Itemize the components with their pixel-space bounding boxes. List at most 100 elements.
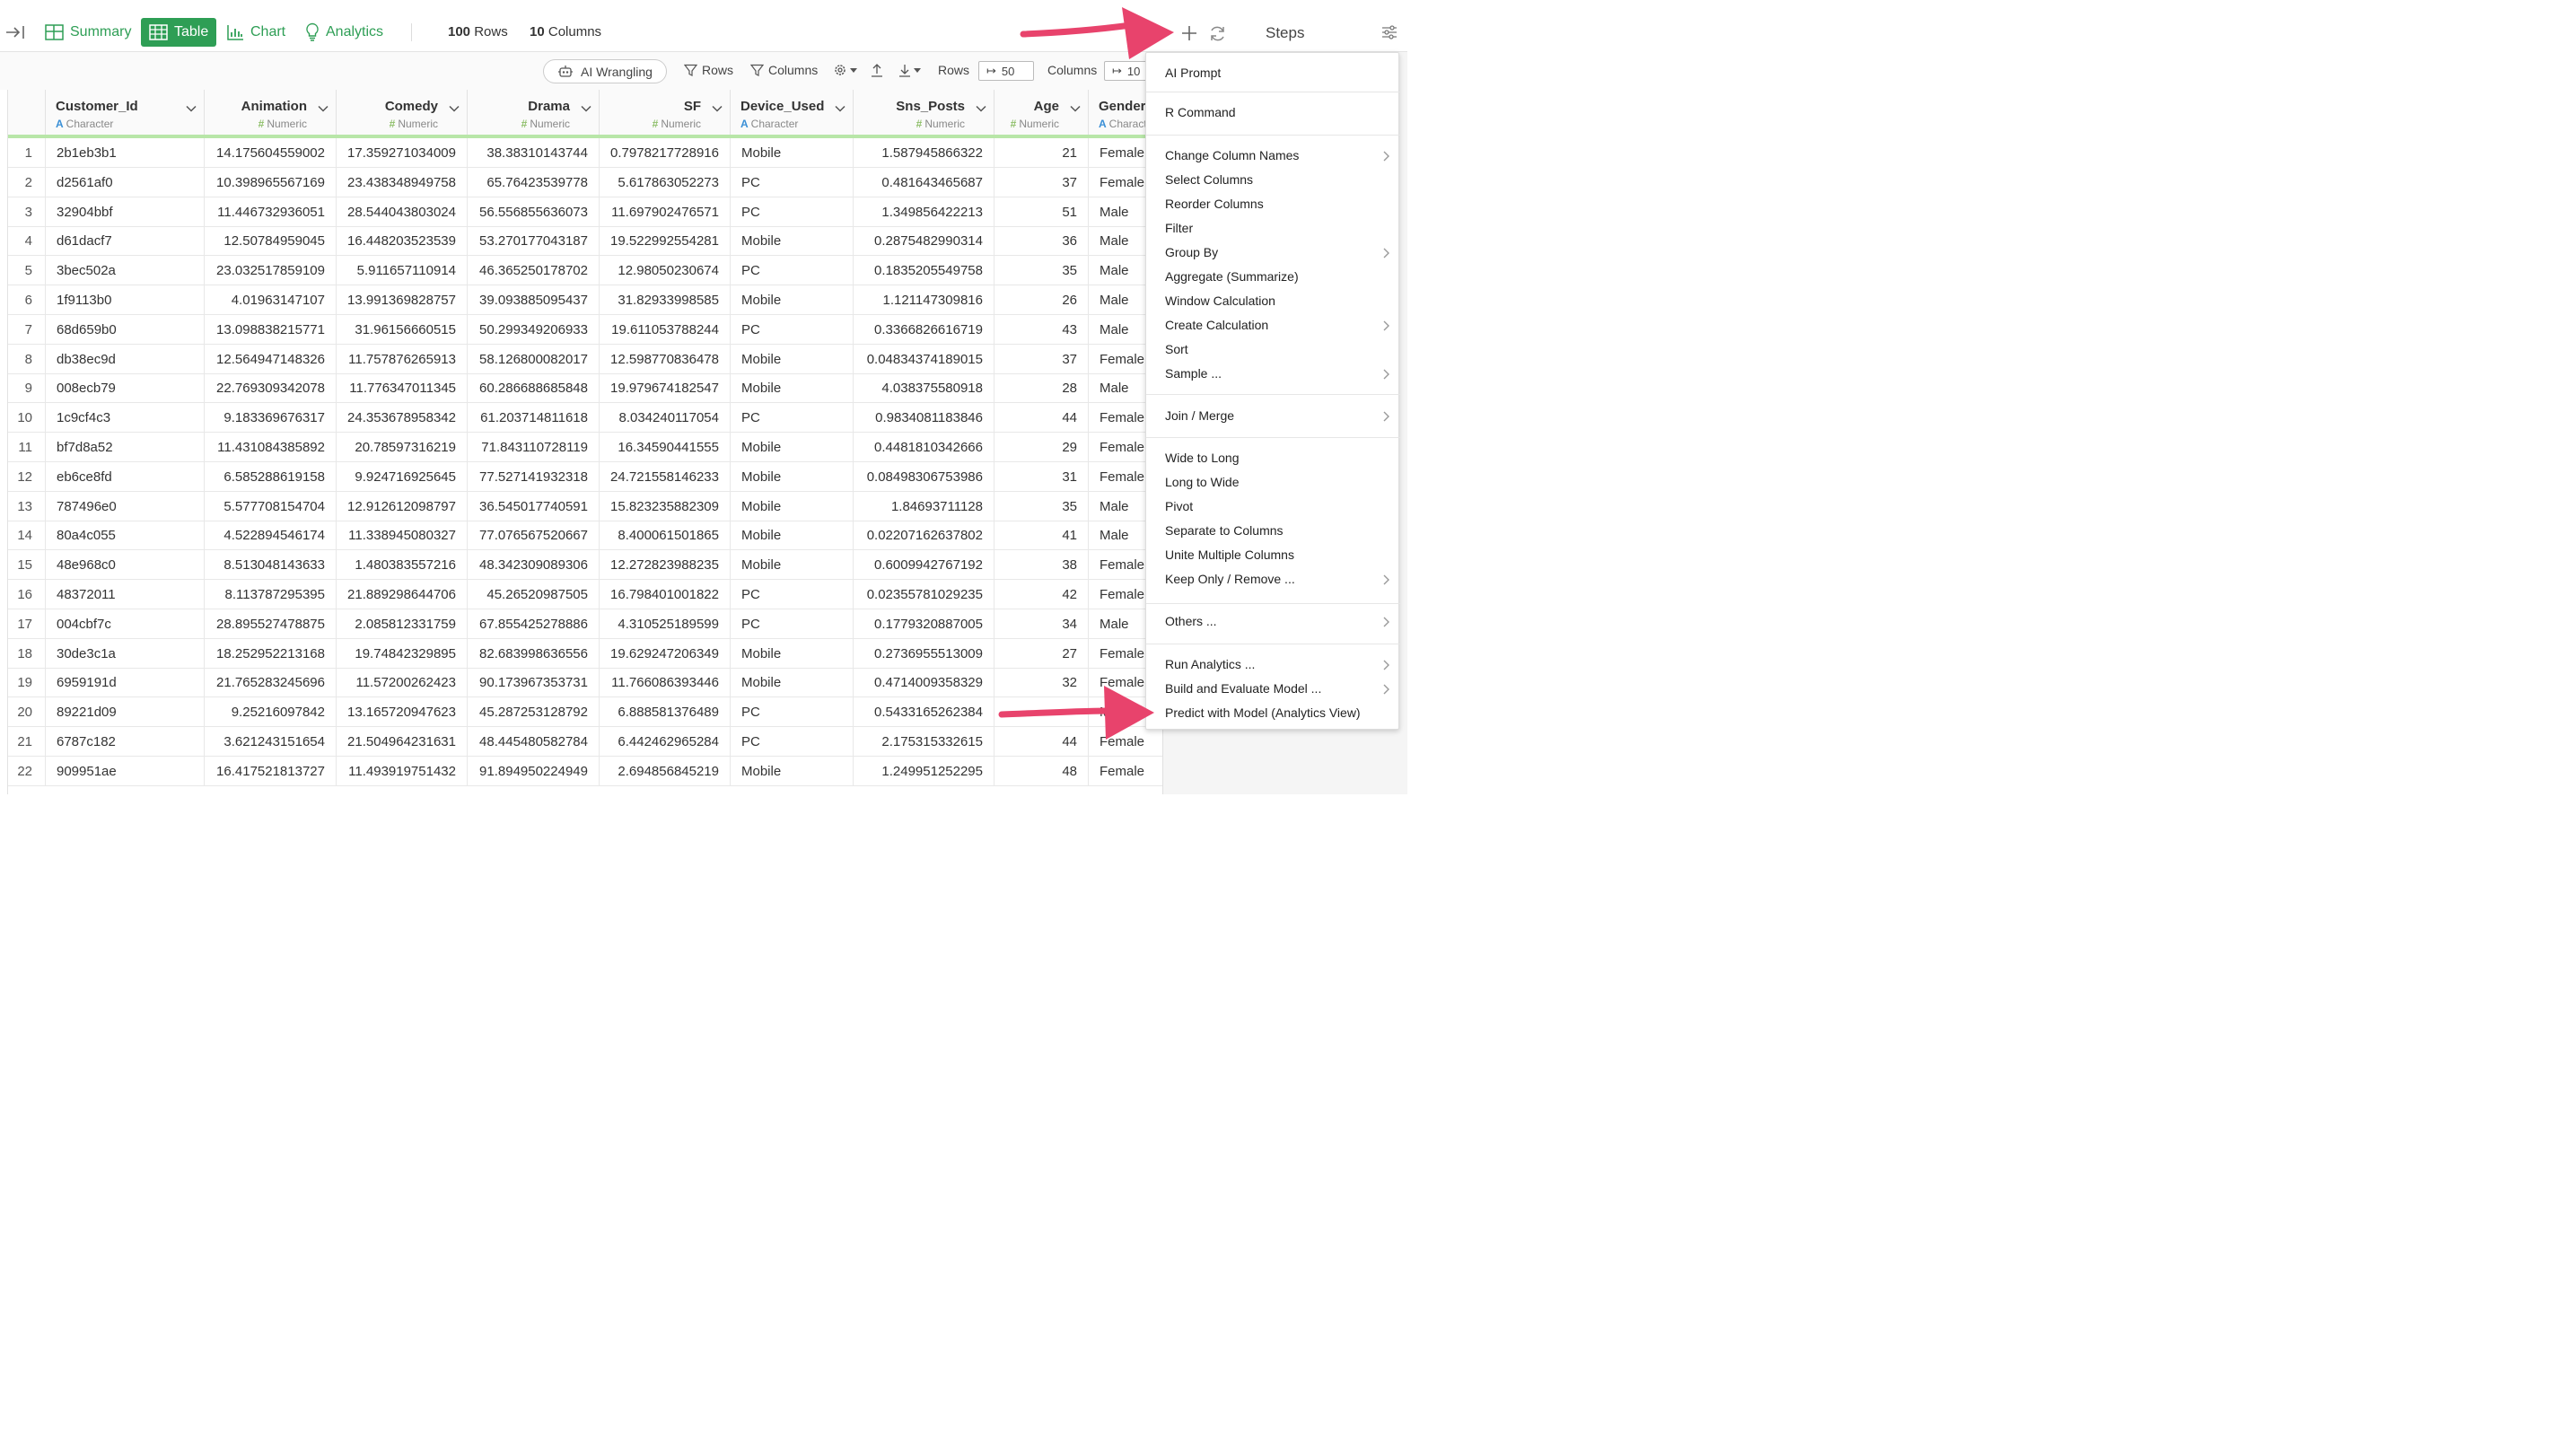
table-cell[interactable]: 23.438348949758 (337, 167, 468, 197)
table-cell[interactable]: 11.338945080327 (337, 521, 468, 551)
table-cell[interactable]: 48.445480582784 (468, 727, 600, 757)
table-cell[interactable] (994, 697, 1089, 728)
table-cell[interactable]: 19.629247206349 (600, 638, 731, 669)
table-cell[interactable]: 35 (994, 256, 1089, 286)
table-cell[interactable]: PC (731, 167, 854, 197)
table-cell[interactable]: 909951ae (46, 756, 205, 786)
table-cell[interactable]: 13.098838215771 (205, 314, 337, 345)
table-cell[interactable]: 77.076567520667 (468, 521, 600, 551)
table-cell[interactable]: Mobile (731, 344, 854, 374)
chevron-down-icon[interactable] (712, 101, 723, 117)
column-header[interactable]: SF # Numeric (600, 90, 731, 135)
table-cell[interactable]: 48.342309089306 (468, 550, 600, 581)
table-cell[interactable]: 36 (994, 226, 1089, 257)
table-cell[interactable]: 42 (994, 580, 1089, 609)
table-cell[interactable]: 3bec502a (46, 256, 205, 286)
menu-item[interactable]: R Command (1165, 105, 1236, 119)
table-cell[interactable]: 44 (994, 727, 1089, 757)
table-cell[interactable]: 0.02207162637802 (854, 521, 994, 551)
table-cell[interactable]: 61.203714811618 (468, 403, 600, 434)
table-cell[interactable]: 1c9cf4c3 (46, 403, 205, 434)
table-cell[interactable]: d2561af0 (46, 167, 205, 197)
column-header[interactable]: Age # Numeric (994, 90, 1089, 135)
column-header[interactable]: Customer_Id A Character (46, 90, 205, 135)
menu-item[interactable]: Sample ... (1165, 366, 1222, 381)
table-cell[interactable]: 8.113787295395 (205, 580, 337, 609)
table-cell[interactable]: 28.895527478875 (205, 609, 337, 639)
table-cell[interactable]: 16.34590441555 (600, 433, 731, 462)
menu-item[interactable]: AI Prompt (1165, 66, 1221, 80)
table-cell[interactable]: 53.270177043187 (468, 226, 600, 257)
menu-item[interactable]: Sort (1165, 342, 1188, 356)
table-cell[interactable]: 48e968c0 (46, 550, 205, 581)
table-cell[interactable]: 26 (994, 285, 1089, 315)
table-cell[interactable]: 12.912612098797 (337, 491, 468, 521)
table-cell[interactable]: 37 (994, 167, 1089, 197)
table-cell[interactable]: 24.353678958342 (337, 403, 468, 434)
table-cell[interactable]: 11.766086393446 (600, 668, 731, 698)
table-cell[interactable]: 77.527141932318 (468, 461, 600, 492)
table-cell[interactable]: 31.82933998585 (600, 285, 731, 315)
table-cell[interactable]: 0.2736955513009 (854, 638, 994, 669)
table-cell[interactable]: 13.165720947623 (337, 697, 468, 728)
rows-limit-input[interactable]: ↦ 50 (978, 61, 1034, 81)
table-cell[interactable]: 27 (994, 638, 1089, 669)
filter-columns-button[interactable]: Columns (750, 63, 818, 77)
menu-item[interactable]: Run Analytics ... (1165, 657, 1255, 671)
table-cell[interactable]: 90.173967353731 (468, 668, 600, 698)
expand-panel-button[interactable] (5, 18, 31, 47)
table-cell[interactable]: PC (731, 697, 854, 728)
table-cell[interactable]: 004cbf7c (46, 609, 205, 639)
table-cell[interactable]: 12.598770836478 (600, 344, 731, 374)
table-cell[interactable]: 11.757876265913 (337, 344, 468, 374)
table-cell[interactable]: 60.286688685848 (468, 373, 600, 404)
table-cell[interactable]: 12.98050230674 (600, 256, 731, 286)
table-cell[interactable]: 1.84693711128 (854, 491, 994, 521)
table-cell[interactable]: 8.513048143633 (205, 550, 337, 581)
table-cell[interactable]: 44 (994, 403, 1089, 434)
table-cell[interactable]: 41 (994, 521, 1089, 551)
table-cell[interactable]: 12.50784959045 (205, 226, 337, 257)
table-cell[interactable]: 11.57200262423 (337, 668, 468, 698)
table-cell[interactable]: 0.02355781029235 (854, 580, 994, 609)
table-cell[interactable]: 22.769309342078 (205, 373, 337, 404)
table-cell[interactable]: 35 (994, 491, 1089, 521)
table-cell[interactable]: 32 (994, 668, 1089, 698)
table-cell[interactable]: 20.78597316219 (337, 433, 468, 462)
chevron-down-icon[interactable] (186, 101, 197, 117)
table-cell[interactable]: 31 (994, 461, 1089, 492)
table-cell[interactable]: 38.38310143744 (468, 138, 600, 168)
table-cell[interactable]: 82.683998636556 (468, 638, 600, 669)
table-cell[interactable]: 37 (994, 344, 1089, 374)
table-cell[interactable]: 11.697902476571 (600, 197, 731, 227)
menu-item[interactable]: Others ... (1165, 614, 1217, 628)
menu-item[interactable]: Pivot (1165, 499, 1193, 513)
table-cell[interactable]: db38ec9d (46, 344, 205, 374)
table-cell[interactable]: 0.4714009358329 (854, 668, 994, 698)
menu-item[interactable]: Create Calculation (1165, 318, 1268, 332)
table-cell[interactable]: 1f9113b0 (46, 285, 205, 315)
table-cell[interactable]: 15.823235882309 (600, 491, 731, 521)
table-cell[interactable]: 4.038375580918 (854, 373, 994, 404)
table-cell[interactable]: 0.2875482990314 (854, 226, 994, 257)
table-cell[interactable]: PC (731, 609, 854, 639)
table-cell[interactable]: Mobile (731, 756, 854, 786)
tab-analytics[interactable]: Analytics (305, 18, 383, 47)
table-cell[interactable]: 29 (994, 433, 1089, 462)
table-cell[interactable]: Female (1089, 727, 1162, 757)
table-cell[interactable]: 48 (994, 756, 1089, 786)
table-cell[interactable]: 5.617863052273 (600, 167, 731, 197)
table-cell[interactable]: Mobile (731, 668, 854, 698)
refresh-button[interactable] (1207, 23, 1227, 43)
table-cell[interactable]: PC (731, 580, 854, 609)
table-cell[interactable]: 0.08498306753986 (854, 461, 994, 492)
table-cell[interactable]: Mobile (731, 461, 854, 492)
table-cell[interactable]: 787496e0 (46, 491, 205, 521)
table-cell[interactable]: 2.694856845219 (600, 756, 731, 786)
chevron-down-icon[interactable] (1070, 101, 1081, 117)
table-cell[interactable]: 11.446732936051 (205, 197, 337, 227)
table-cell[interactable]: 9.924716925645 (337, 461, 468, 492)
menu-item[interactable]: Predict with Model (Analytics View) (1165, 705, 1361, 720)
tab-chart[interactable]: Chart (226, 18, 285, 47)
table-cell[interactable]: 39.093885095437 (468, 285, 600, 315)
